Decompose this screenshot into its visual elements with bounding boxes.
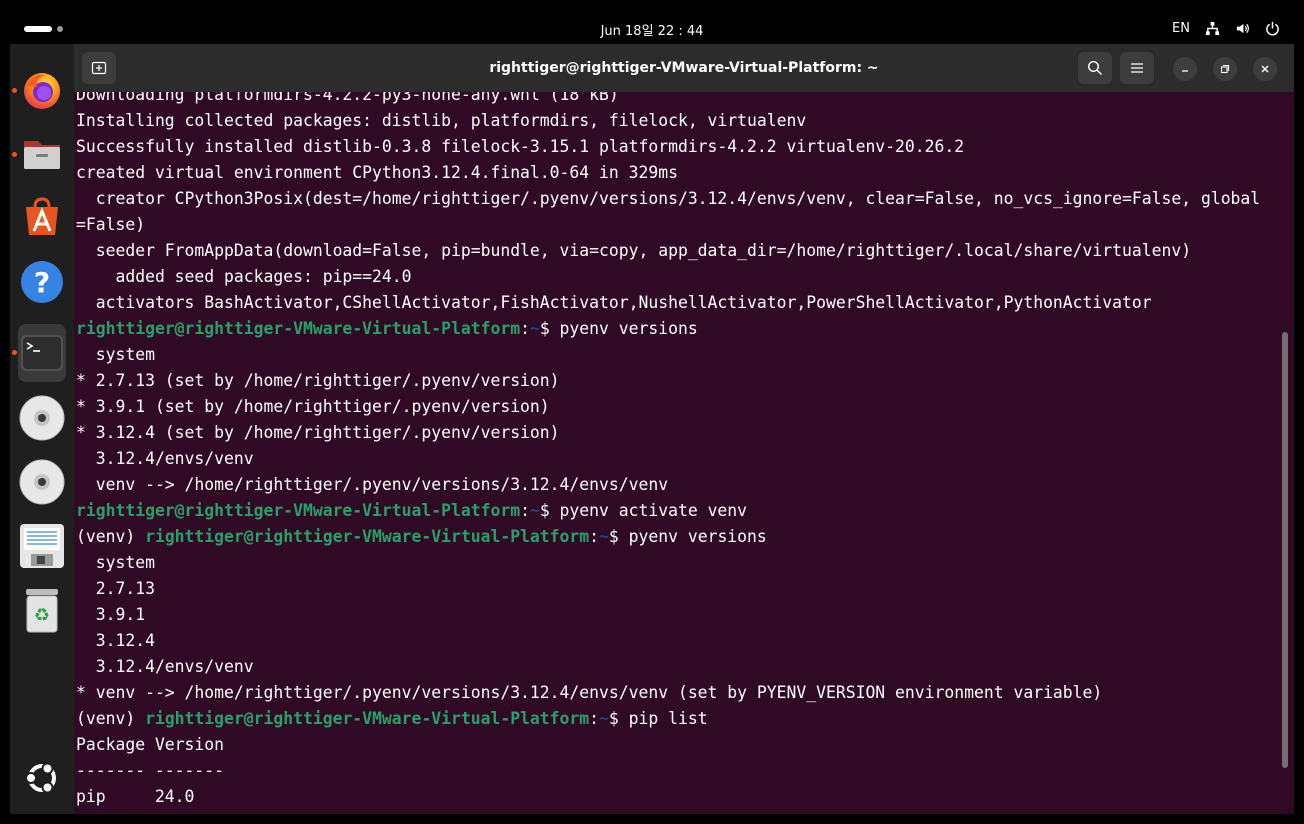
dock: ? ♻: [10, 44, 74, 814]
prompt-path: ~: [599, 527, 609, 546]
terminal-line: Successfully installed distlib-0.3.8 fil…: [76, 137, 965, 156]
menu-button[interactable]: [1120, 52, 1154, 84]
input-method-indicator[interactable]: EN: [1172, 21, 1190, 36]
venv-prefix: (venv): [76, 709, 146, 728]
prompt-path: ~: [529, 319, 540, 338]
running-indicator: [12, 88, 17, 93]
terminal-line: * 3.9.1 (set by /home/righttiger/.pyenv/…: [76, 397, 550, 416]
prompt-command: $ pyenv activate venv: [539, 501, 748, 520]
terminal-prompt-line: righttiger@righttiger-VMware-Virtual-Pla…: [76, 319, 698, 338]
firefox-icon: [24, 73, 60, 109]
help-icon: ?: [21, 261, 63, 303]
terminal-line: created virtual environment CPython3.12.…: [76, 163, 678, 182]
close-button[interactable]: [1253, 57, 1277, 81]
terminal-line: system: [76, 553, 155, 572]
terminal-line: 3.12.4/envs/venv: [76, 449, 254, 468]
running-indicator: [12, 152, 17, 157]
venv-prefix: (venv): [76, 527, 146, 546]
dock-show-apps[interactable]: [18, 754, 66, 802]
terminal-line: * 3.12.4 (set by /home/righttiger/.pyenv…: [76, 423, 560, 442]
disc-icon: [19, 395, 65, 441]
terminal-line: system: [76, 345, 155, 364]
terminal-line: * 2.7.13 (set by /home/righttiger/.pyenv…: [76, 371, 560, 390]
terminal-line: seeder FromAppData(download=False, pip=b…: [76, 241, 1192, 260]
prompt-path: ~: [529, 501, 540, 520]
terminal-line: added seed packages: pip==24.0: [76, 267, 412, 286]
dock-app-center[interactable]: [18, 194, 66, 242]
terminal-line: 3.12.4: [76, 631, 155, 650]
dock-trash[interactable]: ♻: [18, 586, 66, 634]
prompt-user-host: righttiger@righttiger-VMware-Virtual-Pla…: [145, 709, 590, 728]
power-icon[interactable]: [1264, 20, 1280, 36]
volume-icon[interactable]: [1234, 20, 1250, 36]
prompt-user-host: righttiger@righttiger-VMware-Virtual-Pla…: [76, 501, 521, 520]
dock-disc-1[interactable]: [18, 394, 66, 442]
desktop: Jun 18일 22 : 44 EN ? ♻ righttiger@rightt…: [10, 14, 1294, 814]
network-icon[interactable]: [1204, 20, 1220, 36]
terminal-output[interactable]: Downloading platformdirs-4.2.2-py3-none-…: [76, 92, 1276, 814]
close-icon: [1261, 65, 1269, 73]
terminal-scrollbar[interactable]: [1282, 332, 1288, 768]
dock-disc-2[interactable]: [18, 458, 66, 506]
prompt-command: $ pyenv versions: [608, 527, 767, 546]
minimize-button[interactable]: [1173, 57, 1197, 81]
search-button[interactable]: [1078, 52, 1112, 84]
terminal-line: ------- -------: [76, 761, 225, 780]
terminal-prompt-line: (venv) righttiger@righttiger-VMware-Virt…: [76, 709, 708, 728]
terminal-line: 3.9.1: [76, 605, 146, 624]
search-icon: [1087, 60, 1102, 75]
running-indicator: [12, 350, 17, 355]
terminal-line: creator CPython3Posix(dest=/home/rightti…: [76, 189, 1261, 208]
trash-icon: ♻: [26, 589, 58, 633]
terminal-line: 2.7.13: [76, 579, 155, 598]
terminal-line: pip 24.0: [76, 787, 195, 806]
terminal-line: venv --> /home/righttiger/.pyenv/version…: [76, 475, 669, 494]
prompt-path: ~: [599, 709, 609, 728]
restore-icon: [1220, 64, 1230, 74]
prompt-user-host: righttiger@righttiger-VMware-Virtual-Pla…: [76, 319, 521, 338]
prompt-command: $ pip list: [608, 709, 708, 728]
terminal-line: Installing collected packages: distlib, …: [76, 111, 807, 130]
ubuntu-logo-icon: [25, 762, 56, 794]
svg-text:?: ?: [34, 266, 50, 299]
prompt-user-host: righttiger@righttiger-VMware-Virtual-Pla…: [145, 527, 590, 546]
app-center-icon: [26, 197, 58, 235]
terminal-line: Downloading platformdirs-4.2.2-py3-none-…: [76, 92, 619, 104]
minimize-icon: [1182, 70, 1188, 72]
dock-help[interactable]: ?: [18, 258, 66, 306]
dock-terminal[interactable]: [12, 324, 66, 382]
terminal-line: activators BashActivator,CShellActivator…: [76, 293, 1152, 312]
top-bar: Jun 18일 22 : 44 EN: [10, 14, 1294, 44]
clock[interactable]: Jun 18일 22 : 44: [601, 24, 704, 39]
dock-text-editor[interactable]: [18, 522, 66, 570]
dock-files[interactable]: [12, 130, 66, 178]
hamburger-menu-icon: [1131, 63, 1143, 73]
dock-firefox[interactable]: [12, 66, 66, 114]
terminal-window: righttiger@righttiger-VMware-Virtual-Pla…: [74, 44, 1294, 814]
svg-text:♻: ♻: [34, 605, 50, 626]
maximize-button[interactable]: [1213, 57, 1237, 81]
files-icon: [24, 141, 60, 169]
terminal-line: * venv --> /home/righttiger/.pyenv/versi…: [76, 683, 1103, 702]
terminal-titlebar[interactable]: righttiger@righttiger-VMware-Virtual-Pla…: [74, 44, 1294, 92]
prompt-command: $ pyenv versions: [539, 319, 698, 338]
terminal-line: Package Version: [76, 735, 225, 754]
disc-icon: [19, 459, 65, 505]
text-editor-icon: [20, 524, 64, 568]
terminal-icon: [21, 335, 63, 371]
terminal-line: =False): [76, 215, 146, 234]
terminal-prompt-line: righttiger@righttiger-VMware-Virtual-Pla…: [76, 501, 748, 520]
terminal-prompt-line: (venv) righttiger@righttiger-VMware-Virt…: [76, 527, 767, 546]
terminal-line: 3.12.4/envs/venv: [76, 657, 254, 676]
